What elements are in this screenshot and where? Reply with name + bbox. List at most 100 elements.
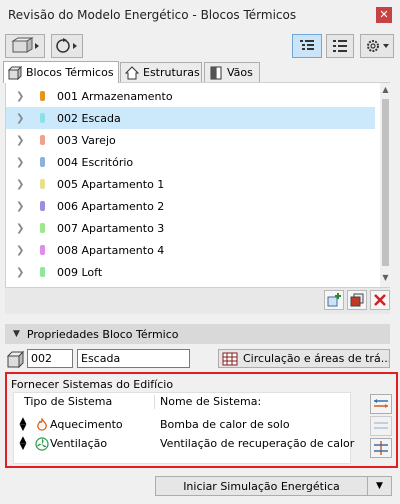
list-item[interactable]: ❯ 006 Apartamento 2 (6, 195, 375, 217)
vertical-scrollbar[interactable]: ▲ ▼ (380, 83, 391, 287)
list-item[interactable]: ❯ 003 Varejo (6, 129, 375, 151)
block-label: 009 Loft (57, 265, 103, 279)
list-view-button[interactable] (326, 34, 354, 58)
window-title: Revisão do Modelo Energético - Blocos Té… (8, 8, 297, 22)
column-header-type: Tipo de Sistema (24, 395, 113, 408)
tab-label: Vãos (227, 66, 253, 79)
block-label: 003 Varejo (57, 133, 116, 147)
block-label: 004 Escritório (57, 155, 134, 169)
tab-label: Estruturas (143, 66, 200, 79)
scrollbar-thumb[interactable] (382, 99, 389, 266)
tab-vaos[interactable]: Vãos (204, 62, 260, 82)
block-color-swatch (40, 245, 45, 255)
block-color-swatch (40, 91, 45, 101)
refresh-icon (56, 38, 77, 53)
collapse-triangle-icon[interactable]: ▼ (13, 329, 20, 339)
chevron-right-icon[interactable]: ❯ (16, 223, 26, 234)
block-actions-bar (5, 288, 390, 314)
chevron-right-icon[interactable]: ❯ (16, 201, 26, 212)
scroll-down-icon[interactable]: ▼ (380, 273, 391, 285)
chevron-right-icon[interactable]: ❯ (16, 157, 26, 168)
split-system-button[interactable] (370, 438, 392, 458)
settings-button[interactable] (360, 34, 394, 58)
circulation-label: Circulação e áreas de trá... (243, 352, 390, 365)
chevron-right-icon[interactable]: ❯ (16, 135, 26, 146)
systems-table: Tipo de Sistema Nome de Sistema: ▲ ▼ Aque… (13, 392, 355, 464)
house-icon (125, 65, 139, 80)
thermal-block-icon (6, 350, 25, 369)
list-item[interactable]: ❯ 005 Apartamento 1 (6, 173, 375, 195)
tab-label: Blocos Térmicos (26, 66, 114, 79)
block-label: 005 Apartamento 1 (57, 177, 165, 191)
system-name: Bomba de calor de solo (160, 418, 290, 431)
chevron-right-icon[interactable]: ❯ (16, 179, 26, 190)
thermal-blocks-list: ❯ 001 Armazenamento ❯ 002 Escada ❯ 003 V… (5, 82, 391, 288)
duplicate-block-button[interactable] (347, 290, 367, 310)
list-item[interactable]: ❯ 001 Armazenamento (6, 85, 375, 107)
block-color-swatch (40, 179, 45, 189)
chevron-down-icon[interactable]: ▼ (368, 476, 392, 496)
block-code-field[interactable]: 002 (27, 349, 73, 368)
reorder-handle-icon[interactable]: ▲ ▼ (17, 416, 29, 432)
block-color-swatch (40, 223, 45, 233)
duplicate-block-icon (350, 293, 364, 307)
block-label: 002 Escada (57, 111, 121, 125)
list-item[interactable]: ❯ 008 Apartamento 4 (6, 239, 375, 261)
split-system-icon (374, 441, 388, 455)
block-label: 001 Armazenamento (57, 89, 173, 103)
block-label: 007 Apartamento 3 (57, 221, 165, 235)
refresh-button[interactable] (51, 34, 83, 58)
close-icon: ✕ (379, 8, 389, 21)
delete-icon (374, 294, 386, 306)
column-divider (154, 395, 155, 409)
tree-view-icon (300, 40, 314, 50)
block-color-swatch (40, 157, 45, 167)
system-type: Aquecimento (50, 418, 123, 431)
add-system-button[interactable] (370, 394, 392, 414)
block-name-field[interactable]: Escada (77, 349, 190, 368)
new-block-icon (327, 293, 341, 307)
list-item[interactable]: ❯ 002 Escada (6, 107, 375, 129)
block-color-swatch (40, 113, 45, 123)
table-row[interactable]: ▲ ▼ Aquecimento Bomba de calor de solo (14, 415, 350, 434)
block-label: 008 Apartamento 4 (57, 243, 165, 257)
start-energy-simulation-button[interactable]: Iniciar Simulação Energética (155, 476, 368, 496)
add-system-icon (374, 399, 388, 408)
flame-icon (35, 417, 49, 432)
table-row[interactable]: ▲ ▼ Ventilação Ventilação de recuperação … (14, 434, 355, 453)
thermal-blocks-icon (8, 65, 22, 80)
grid-icon (222, 352, 238, 365)
list-view-icon (333, 40, 347, 52)
block-label: 006 Apartamento 2 (57, 199, 165, 213)
chevron-right-icon[interactable]: ❯ (16, 113, 26, 124)
tree-view-button[interactable] (292, 34, 322, 58)
close-button[interactable]: ✕ (376, 7, 392, 23)
window-icon (209, 66, 223, 80)
remove-system-button[interactable] (370, 416, 392, 436)
new-block-button[interactable] (324, 290, 344, 310)
reorder-handle-icon[interactable]: ▲ ▼ (17, 435, 29, 451)
tab-blocos-termicos[interactable]: Blocos Térmicos (3, 61, 119, 83)
list-item[interactable]: ❯ 009 Loft (6, 261, 375, 283)
remove-system-icon (374, 422, 388, 429)
systems-title: Fornecer Sistemas do Edifício (11, 378, 174, 391)
delete-block-button[interactable] (370, 290, 390, 310)
chevron-right-icon[interactable]: ❯ (16, 245, 26, 256)
system-type: Ventilação (50, 437, 108, 450)
model-3d-icon (11, 37, 39, 53)
block-color-swatch (40, 267, 45, 277)
block-color-swatch (40, 135, 45, 145)
tab-estruturas[interactable]: Estruturas (120, 62, 202, 82)
properties-section-header[interactable]: ▼ Propriedades Bloco Térmico (5, 324, 390, 344)
system-name: Ventilação de recuperação de calor (160, 437, 355, 450)
list-item[interactable]: ❯ 004 Escritório (6, 151, 375, 173)
fan-icon (35, 436, 49, 451)
chevron-right-icon[interactable]: ❯ (16, 91, 26, 102)
section-title: Propriedades Bloco Térmico (26, 327, 179, 341)
chevron-right-icon[interactable]: ❯ (16, 267, 26, 278)
list-item[interactable]: ❯ 007 Apartamento 3 (6, 217, 375, 239)
circulation-type-button[interactable]: Circulação e áreas de trá... ▶ (218, 349, 390, 368)
scroll-up-icon[interactable]: ▲ (380, 85, 391, 97)
block-color-swatch (40, 201, 45, 211)
model-3d-button[interactable] (5, 34, 45, 58)
